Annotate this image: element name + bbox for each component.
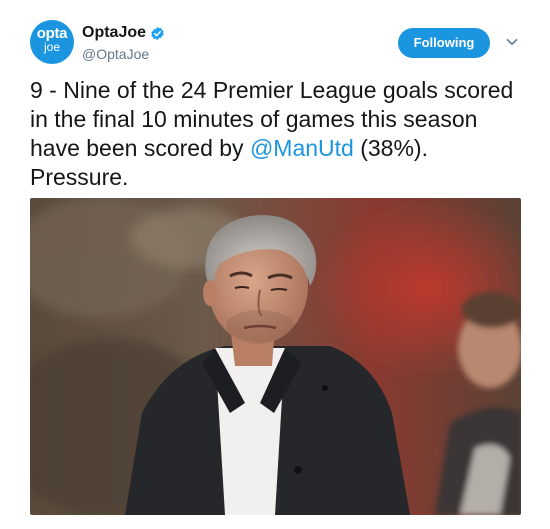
display-name[interactable]: OptaJoe (82, 24, 146, 42)
account-handle[interactable]: @OptaJoe (82, 46, 165, 62)
account-names: OptaJoe @OptaJoe (82, 24, 165, 62)
avatar-logo-top: opta (36, 25, 68, 42)
following-button[interactable]: Following (398, 28, 490, 58)
tweet-header: opta joe OptaJoe @OptaJoe Following (30, 20, 530, 68)
display-name-row: OptaJoe (82, 24, 165, 42)
verified-badge-icon (151, 26, 164, 40)
chevron-down-icon[interactable] (506, 36, 518, 48)
mention-link[interactable]: @ManUtd (250, 135, 354, 161)
avatar-logo-bottom: joe (43, 40, 60, 54)
photo-illustration (30, 198, 521, 515)
avatar[interactable]: opta joe (30, 20, 74, 64)
tweet-text: 9 - Nine of the 24 Premier League goals … (30, 76, 530, 192)
tweet-photo[interactable] (30, 198, 521, 515)
